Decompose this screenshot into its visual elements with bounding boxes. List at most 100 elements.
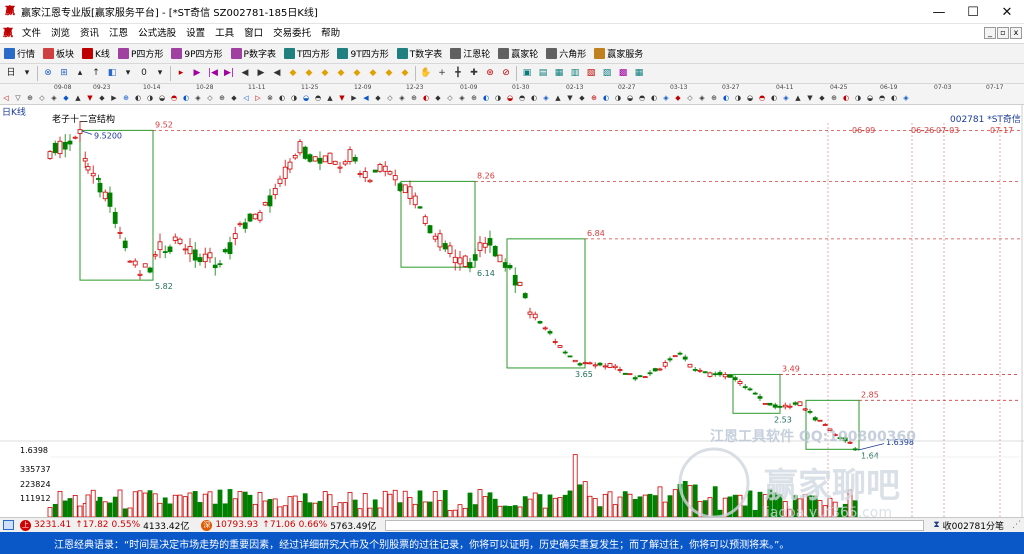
ruler-tool-icon[interactable]: ◐ — [421, 93, 431, 103]
draw-tool-button[interactable]: ↑ — [89, 66, 104, 81]
ruler-tool-icon[interactable]: ◑ — [145, 93, 155, 103]
ruler-tool-icon[interactable]: ◒ — [745, 93, 755, 103]
mdi-restore-button[interactable]: ▫ — [997, 27, 1009, 39]
draw-tool-button[interactable]: ◆ — [334, 66, 349, 81]
ruler-tool-icon[interactable]: ◆ — [433, 93, 443, 103]
kline-chart[interactable]: 日K线 老子十二宫结构 002781 *ST奇信 06-09 06-26 07-03 07-… — [0, 105, 1024, 517]
ruler-tool-icon[interactable]: ▼ — [805, 93, 815, 103]
ruler-tool-icon[interactable]: ◇ — [445, 93, 455, 103]
ruler-tool-icon[interactable]: ▽ — [13, 93, 23, 103]
ruler-tool-icon[interactable]: ◐ — [721, 93, 731, 103]
draw-tool-button[interactable]: ▾ — [20, 66, 35, 81]
toolbar-kline-button[interactable]: K线 — [78, 44, 114, 63]
ruler-tool-icon[interactable]: ◑ — [733, 93, 743, 103]
draw-tool-button[interactable]: ◆ — [382, 66, 397, 81]
ruler-tool-icon[interactable]: ⊕ — [829, 93, 839, 103]
menu-logo-icon[interactable]: 赢 — [2, 28, 14, 40]
ruler-tool-icon[interactable]: ⊕ — [121, 93, 131, 103]
ruler-tool-icon[interactable]: ◈ — [661, 93, 671, 103]
ruler-tool-icon[interactable]: ◒ — [865, 93, 875, 103]
ruler-tool-icon[interactable]: ◐ — [181, 93, 191, 103]
toolbar-block-button[interactable]: 板块 — [39, 44, 78, 63]
ruler-tool-icon[interactable]: ◓ — [637, 93, 647, 103]
ruler-tool-icon[interactable]: ◒ — [505, 93, 515, 103]
ruler-tool-icon[interactable]: ▲ — [793, 93, 803, 103]
ruler-tool-icon[interactable]: ◈ — [397, 93, 407, 103]
ruler-tool-icon[interactable]: ⊕ — [409, 93, 419, 103]
draw-tool-button[interactable]: 日 — [4, 66, 19, 81]
draw-tool-button[interactable]: ▤ — [536, 66, 551, 81]
ruler-tool-icon[interactable]: ◐ — [133, 93, 143, 103]
draw-tool-button[interactable]: ╋ — [451, 66, 466, 81]
ruler-tool-icon[interactable]: ◐ — [889, 93, 899, 103]
ruler-tool-icon[interactable]: ◐ — [481, 93, 491, 103]
sh-index[interactable]: 上 3231.41 ↑ 17.82 0.55% 4133.42亿 — [17, 518, 192, 533]
ruler-tool-icon[interactable]: ⊕ — [589, 93, 599, 103]
draw-tool-button[interactable]: ⊗ — [41, 66, 56, 81]
ruler-tool-icon[interactable]: ◇ — [37, 93, 47, 103]
draw-tool-button[interactable]: ◆ — [286, 66, 301, 81]
ruler-tool-icon[interactable]: ◓ — [517, 93, 527, 103]
ruler-tool-icon[interactable]: ◐ — [601, 93, 611, 103]
draw-tool-button[interactable]: ⊛ — [483, 66, 498, 81]
ruler-tool-icon[interactable]: ⊗ — [265, 93, 275, 103]
toolbar-tn-square-button[interactable]: T数字表 — [393, 44, 447, 63]
menu-file[interactable]: 文件 — [17, 24, 46, 43]
mdi-minimize-button[interactable]: _ — [984, 27, 996, 39]
ruler-tool-icon[interactable]: ▷ — [253, 93, 263, 103]
draw-tool-button[interactable]: ▥ — [568, 66, 583, 81]
ruler-tool-icon[interactable]: ⊕ — [709, 93, 719, 103]
minimize-button[interactable]: — — [922, 0, 956, 24]
draw-tool-button[interactable]: ▣ — [520, 66, 535, 81]
draw-tool-button[interactable]: ◆ — [366, 66, 381, 81]
menu-trade[interactable]: 交易委托 — [268, 24, 316, 43]
draw-tool-button[interactable]: ◆ — [398, 66, 413, 81]
ruler-tool-icon[interactable]: ◆ — [577, 93, 587, 103]
draw-tool-button[interactable]: 0 — [137, 66, 152, 81]
ruler-tool-icon[interactable]: ◀ — [361, 93, 371, 103]
toolbar-9t-square-button[interactable]: 9T四方形 — [333, 44, 392, 63]
ruler-tool-icon[interactable]: ◓ — [877, 93, 887, 103]
menu-tools[interactable]: 工具 — [210, 24, 239, 43]
draw-tool-button[interactable]: + — [435, 66, 450, 81]
draw-tool-button[interactable]: ▾ — [153, 66, 168, 81]
ruler-tool-icon[interactable]: ◈ — [193, 93, 203, 103]
draw-tool-button[interactable]: ◧ — [105, 66, 120, 81]
menu-formula-screener[interactable]: 公式选股 — [133, 24, 181, 43]
draw-tool-button[interactable]: ▧ — [584, 66, 599, 81]
draw-tool-button[interactable]: ▦ — [632, 66, 647, 81]
toolbar-9p-square-button[interactable]: 9P四方形 — [167, 44, 226, 63]
ruler-tool-icon[interactable]: ◆ — [61, 93, 71, 103]
ruler-tool-icon[interactable]: ◐ — [649, 93, 659, 103]
draw-tool-button[interactable]: ▨ — [600, 66, 615, 81]
draw-tool-button[interactable]: ⊞ — [57, 66, 72, 81]
close-button[interactable]: ✕ — [990, 0, 1024, 24]
draw-tool-button[interactable]: ◆ — [302, 66, 317, 81]
draw-tool-button[interactable]: ▦ — [552, 66, 567, 81]
toolbar-winner-wheel-button[interactable]: 赢家轮 — [494, 44, 542, 63]
ruler-tool-icon[interactable]: ◐ — [277, 93, 287, 103]
draw-tool-button[interactable]: ▶ — [190, 66, 205, 81]
ruler-tool-icon[interactable]: ▼ — [85, 93, 95, 103]
maximize-button[interactable]: ☐ — [956, 0, 990, 24]
ruler-tool-icon[interactable]: ◁ — [241, 93, 251, 103]
ruler-tool-icon[interactable]: ◒ — [157, 93, 167, 103]
draw-tool-button[interactable]: ◆ — [318, 66, 333, 81]
tick-detail-link[interactable]: ⧗ 收002781分笔 ⋰ — [930, 518, 1024, 533]
menu-browse[interactable]: 浏览 — [46, 24, 75, 43]
ruler-tool-icon[interactable]: ◒ — [301, 93, 311, 103]
ruler-tool-icon[interactable]: ◓ — [169, 93, 179, 103]
ruler-tool-icon[interactable]: ◒ — [625, 93, 635, 103]
draw-tool-button[interactable]: ▴ — [73, 66, 88, 81]
draw-tool-button[interactable]: ▶| — [222, 66, 237, 81]
draw-tool-button[interactable]: ▸ — [174, 66, 189, 81]
draw-tool-button[interactable]: ▩ — [616, 66, 631, 81]
mdi-close-button[interactable]: x — [1010, 27, 1022, 39]
ruler-tool-icon[interactable]: ◁ — [1, 93, 11, 103]
draw-tool-button[interactable]: ◀ — [238, 66, 253, 81]
ruler-tool-icon[interactable]: ◐ — [841, 93, 851, 103]
ruler-tool-icon[interactable]: ◑ — [853, 93, 863, 103]
ruler-tool-icon[interactable]: ▼ — [337, 93, 347, 103]
ruler-tool-icon[interactable]: ◐ — [529, 93, 539, 103]
draw-tool-button[interactable]: ◀ — [270, 66, 285, 81]
